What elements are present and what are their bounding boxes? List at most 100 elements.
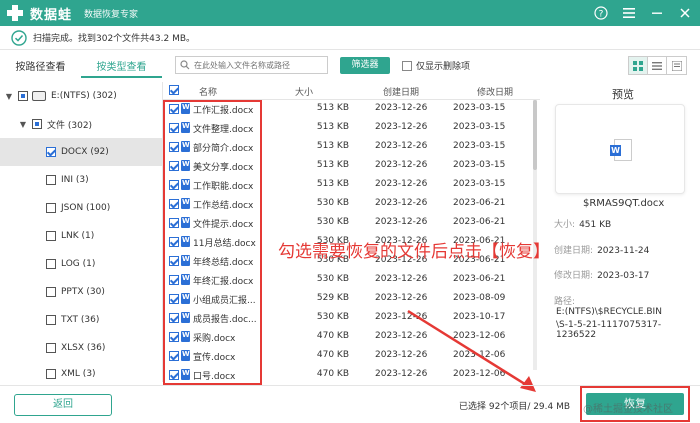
row-checkbox[interactable] bbox=[169, 104, 179, 114]
minimize-icon[interactable] bbox=[648, 4, 666, 22]
tree-item-ini[interactable]: INI (3) bbox=[0, 166, 163, 194]
tree-item-txt[interactable]: TXT (36) bbox=[0, 306, 163, 334]
table-row[interactable]: 文件整理.docx 513 KB 2023-12-26 2023-03-15 bbox=[163, 119, 540, 138]
column-header-size[interactable]: 大小 bbox=[295, 85, 313, 98]
table-row[interactable]: 工作总结.docx 530 KB 2023-12-26 2023-06-21 bbox=[163, 195, 540, 214]
row-checkbox[interactable] bbox=[169, 256, 179, 266]
tab-by-type[interactable]: 按类型查看 bbox=[81, 58, 162, 78]
tree-checkbox[interactable] bbox=[46, 203, 56, 213]
table-row[interactable]: 宣传.docx 470 KB 2023-12-26 2023-12-06 bbox=[163, 347, 540, 366]
tree-checkbox[interactable] bbox=[46, 175, 56, 185]
table-row[interactable]: 文件提示.docx 530 KB 2023-12-26 2023-06-21 bbox=[163, 214, 540, 233]
detail-view-icon[interactable] bbox=[667, 57, 686, 74]
tree-checkbox[interactable] bbox=[18, 91, 28, 101]
tree-item-drive[interactable]: ▼ E:(NTFS) (302) bbox=[0, 82, 163, 110]
column-header-name[interactable]: 名称 bbox=[199, 85, 217, 98]
tree-checkbox[interactable] bbox=[46, 147, 56, 157]
file-name: 采购.docx bbox=[193, 334, 236, 344]
menu-icon[interactable] bbox=[620, 4, 638, 22]
search-input[interactable] bbox=[194, 60, 324, 70]
row-checkbox[interactable] bbox=[169, 237, 179, 247]
search-box bbox=[175, 56, 328, 74]
tree-checkbox[interactable] bbox=[46, 231, 56, 241]
title-bar: 数据蛙 数据恢复专家 ? bbox=[0, 0, 700, 26]
row-checkbox[interactable] bbox=[169, 294, 179, 304]
grid-view-icon[interactable] bbox=[629, 57, 648, 74]
file-modified-date: 2023-03-15 bbox=[453, 179, 506, 189]
column-header-created[interactable]: 创建日期 bbox=[383, 85, 419, 98]
preview-title: 预览 bbox=[612, 88, 634, 101]
word-file-icon bbox=[181, 369, 190, 380]
tree-item-files[interactable]: ▼ 文件 (302) bbox=[0, 110, 163, 138]
word-file-icon bbox=[181, 179, 190, 190]
tree-checkbox[interactable] bbox=[46, 343, 56, 353]
tree-item-label: XLSX (36) bbox=[61, 343, 106, 353]
tree-item-xlsx[interactable]: XLSX (36) bbox=[0, 334, 163, 362]
table-row[interactable]: 美文分享.docx 513 KB 2023-12-26 2023-03-15 bbox=[163, 157, 540, 176]
file-modified-date: 2023-03-15 bbox=[453, 122, 506, 132]
check-circle-icon bbox=[11, 29, 27, 46]
preview-modified-label: 修改日期 bbox=[554, 271, 591, 281]
tree-item-label: INI (3) bbox=[61, 175, 89, 185]
tree-item-docx[interactable]: DOCX (92) bbox=[0, 138, 163, 166]
close-icon[interactable] bbox=[676, 4, 694, 22]
file-created-date: 2023-12-26 bbox=[375, 293, 428, 303]
row-checkbox[interactable] bbox=[169, 332, 179, 342]
deleted-only-toggle[interactable]: 仅显示删除项 bbox=[402, 59, 470, 72]
tree-item-pptx[interactable]: PPTX (30) bbox=[0, 278, 163, 306]
collapse-arrow-icon[interactable]: ▼ bbox=[18, 120, 28, 129]
tree-item-lnk[interactable]: LNK (1) bbox=[0, 222, 163, 250]
tree-checkbox[interactable] bbox=[46, 315, 56, 325]
table-row[interactable]: 采购.docx 470 KB 2023-12-26 2023-12-06 bbox=[163, 328, 540, 347]
scrollbar-thumb[interactable] bbox=[533, 100, 537, 170]
file-modified-date: 2023-03-15 bbox=[453, 103, 506, 113]
tree-checkbox[interactable] bbox=[32, 119, 42, 129]
tree-item-label: E:(NTFS) (302) bbox=[51, 91, 117, 101]
list-scrollbar[interactable] bbox=[533, 100, 537, 370]
tree-item-label: PPTX (30) bbox=[61, 287, 105, 297]
row-checkbox[interactable] bbox=[169, 370, 179, 380]
tree-checkbox[interactable] bbox=[46, 369, 56, 379]
file-created-date: 2023-12-26 bbox=[375, 103, 428, 113]
table-row[interactable]: 小组成员汇报... 529 KB 2023-12-26 2023-08-09 bbox=[163, 290, 540, 309]
list-view-icon[interactable] bbox=[648, 57, 667, 74]
file-size: 529 KB bbox=[316, 293, 349, 303]
tree-item-log[interactable]: LOG (1) bbox=[0, 250, 163, 278]
tree-item-json[interactable]: JSON (100) bbox=[0, 194, 163, 222]
collapse-arrow-icon[interactable]: ▼ bbox=[4, 92, 14, 101]
row-checkbox[interactable] bbox=[169, 218, 179, 228]
column-header-modified[interactable]: 修改日期 bbox=[477, 85, 513, 98]
word-file-icon bbox=[181, 350, 190, 361]
file-modified-date: 2023-12-06 bbox=[453, 331, 506, 341]
row-checkbox[interactable] bbox=[169, 199, 179, 209]
tab-by-path[interactable]: 按路径查看 bbox=[0, 58, 81, 78]
table-row[interactable]: 工作职能.docx 513 KB 2023-12-26 2023-03-15 bbox=[163, 176, 540, 195]
row-checkbox[interactable] bbox=[169, 123, 179, 133]
row-checkbox[interactable] bbox=[169, 275, 179, 285]
file-name: 工作职能.docx bbox=[193, 182, 254, 192]
table-row[interactable]: 工作汇报.docx 513 KB 2023-12-26 2023-03-15 bbox=[163, 100, 540, 119]
tree-checkbox[interactable] bbox=[46, 287, 56, 297]
tree-item-xml[interactable]: XML (3) bbox=[0, 360, 163, 388]
file-modified-date: 2023-08-09 bbox=[453, 293, 506, 303]
help-icon[interactable]: ? bbox=[592, 4, 610, 22]
row-checkbox[interactable] bbox=[169, 161, 179, 171]
row-checkbox[interactable] bbox=[169, 180, 179, 190]
word-file-icon bbox=[181, 293, 190, 304]
table-row[interactable]: 口号.docx 470 KB 2023-12-26 2023-12-06 bbox=[163, 366, 540, 385]
preview-filename: $RMAS9QT.docx bbox=[583, 198, 665, 209]
table-row[interactable]: 年终汇报.docx 530 KB 2023-12-26 2023-06-21 bbox=[163, 271, 540, 290]
recover-button[interactable]: 恢复 bbox=[586, 393, 684, 415]
tree-checkbox[interactable] bbox=[46, 259, 56, 269]
row-checkbox[interactable] bbox=[169, 313, 179, 323]
row-checkbox[interactable] bbox=[169, 351, 179, 361]
row-checkbox[interactable] bbox=[169, 142, 179, 152]
table-row[interactable]: 成员报告.doc... 530 KB 2023-12-26 2023-10-17 bbox=[163, 309, 540, 328]
file-name: 部分简介.docx bbox=[193, 144, 254, 154]
back-button[interactable]: 返回 bbox=[14, 394, 112, 416]
filter-button[interactable]: 筛选器 bbox=[340, 57, 390, 74]
file-created-date: 2023-12-26 bbox=[375, 217, 428, 227]
select-all-checkbox[interactable] bbox=[169, 85, 179, 95]
table-row[interactable]: 部分简介.docx 513 KB 2023-12-26 2023-03-15 bbox=[163, 138, 540, 157]
deleted-only-checkbox[interactable] bbox=[402, 60, 412, 71]
